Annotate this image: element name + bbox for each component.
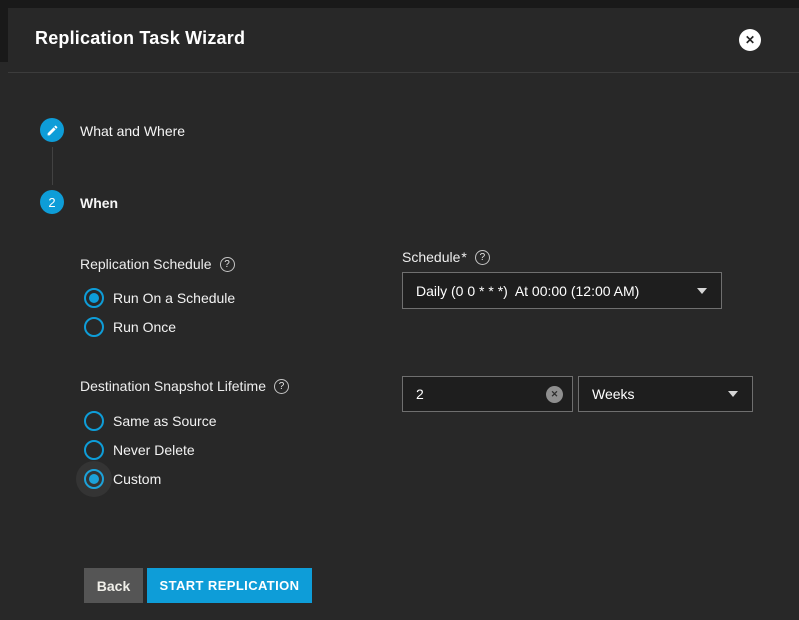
destination-snapshot-lifetime-label: Destination Snapshot Lifetime ? <box>80 378 289 394</box>
close-icon[interactable]: ✕ <box>739 29 761 51</box>
chevron-down-icon <box>697 288 707 294</box>
help-icon[interactable]: ? <box>220 257 235 272</box>
step-1-label[interactable]: What and Where <box>80 123 185 139</box>
radio-same-as-source[interactable]: Same as Source <box>84 411 217 431</box>
radio-button-icon <box>84 288 104 308</box>
replication-schedule-label: Replication Schedule ? <box>80 256 235 272</box>
lifetime-value: 2 <box>403 386 546 402</box>
radio-button-icon <box>84 411 104 431</box>
dialog-title: Replication Task Wizard <box>35 28 245 49</box>
header-divider <box>8 72 799 73</box>
help-icon[interactable]: ? <box>274 379 289 394</box>
step-2-icon[interactable]: 2 <box>40 190 64 214</box>
stepper-connector-line <box>52 147 53 185</box>
radio-button-icon <box>84 440 104 460</box>
lifetime-unit-value: Weeks <box>579 386 728 402</box>
step-2-label[interactable]: When <box>80 195 118 211</box>
radio-custom[interactable]: Custom <box>84 469 161 489</box>
clear-input-icon[interactable]: ✕ <box>546 386 563 403</box>
step-1-icon[interactable] <box>40 118 64 142</box>
dialog-backdrop-edge-top <box>0 0 799 8</box>
edit-pencil-icon <box>46 124 59 137</box>
help-icon[interactable]: ? <box>475 250 490 265</box>
lifetime-value-input[interactable]: 2 ✕ <box>402 376 573 412</box>
lifetime-unit-select[interactable]: Weeks <box>578 376 753 412</box>
step-2-number: 2 <box>48 195 55 210</box>
radio-button-icon <box>84 317 104 337</box>
chevron-down-icon <box>728 391 738 397</box>
dialog-backdrop-edge-left <box>0 0 8 62</box>
required-asterisk: * <box>461 249 466 265</box>
back-button[interactable]: Back <box>84 568 143 603</box>
schedule-select-value: Daily (0 0 * * *) At 00:00 (12:00 AM) <box>403 283 697 299</box>
schedule-select[interactable]: Daily (0 0 * * *) At 00:00 (12:00 AM) <box>402 272 722 309</box>
start-replication-button[interactable]: START REPLICATION <box>147 568 312 603</box>
radio-focus-halo <box>76 461 112 497</box>
radio-button-icon <box>84 469 104 489</box>
radio-never-delete[interactable]: Never Delete <box>84 440 195 460</box>
schedule-label: Schedule * ? <box>402 249 490 265</box>
radio-run-on-a-schedule[interactable]: Run On a Schedule <box>84 288 235 308</box>
radio-run-once[interactable]: Run Once <box>84 317 176 337</box>
